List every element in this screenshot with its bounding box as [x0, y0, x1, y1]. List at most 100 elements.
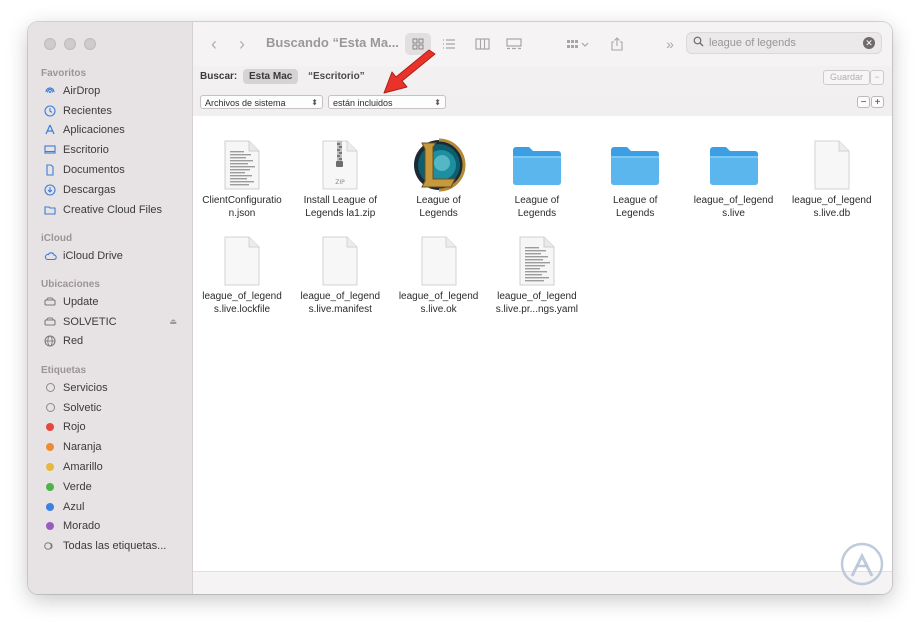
file-name: league_of_legend s.live.manifest [295, 290, 385, 316]
file-name-line: League of [416, 195, 461, 206]
scope-desktop-button[interactable]: “Escritorio” [308, 71, 365, 82]
zoom-window-button[interactable] [84, 38, 96, 50]
file-item[interactable]: league_of_legend s.live [689, 136, 779, 220]
sidebar-tag-azul[interactable]: Azul [28, 497, 193, 517]
tag-ring-icon [43, 381, 57, 395]
sidebar-item-label: Escritorio [63, 144, 109, 157]
sidebar-tag-naranja[interactable]: Naranja [28, 437, 193, 457]
file-name-line: s.live.ok [420, 304, 457, 315]
sidebar-heading: Etiquetas [41, 365, 87, 376]
results-area: ClientConfiguratio n.json ZIP Install Leagu… [193, 116, 892, 571]
file-item[interactable]: ZIP Install League of Legends la1.zip [295, 136, 385, 220]
sidebar-item-recientes[interactable]: Recientes [28, 101, 193, 121]
document-icon [197, 136, 287, 194]
file-name-line: league_of_legend [693, 195, 774, 206]
sidebar-item-label: Recientes [63, 104, 112, 117]
file-name-line: League of [514, 195, 560, 206]
save-search-button[interactable]: Guardar [822, 70, 870, 85]
group-by-button[interactable] [561, 33, 595, 55]
file-item[interactable]: League of Legends [590, 136, 680, 220]
minimize-window-button[interactable] [64, 38, 76, 50]
criteria-attribute-value: Archivos de sistema [205, 98, 286, 108]
file-name: league_of_legend s.live.db [787, 194, 877, 220]
desktop-icon [43, 143, 57, 157]
file-name-line: s.live.manifest [308, 304, 372, 315]
sidebar-tag-verde[interactable]: Verde [28, 477, 193, 497]
file-item[interactable]: league_of_legend s.live.pr...ngs.yaml [492, 232, 582, 316]
file-name-line: Legends [616, 208, 655, 219]
file-item[interactable]: League of Legends [394, 136, 484, 220]
file-item[interactable]: ClientConfiguratio n.json [197, 136, 287, 220]
file-item[interactable]: league_of_legend s.live.ok [394, 232, 484, 316]
folder-icon [689, 136, 779, 194]
eject-icon[interactable]: ⏏ [169, 317, 177, 326]
scope-this-mac-button[interactable]: Esta Mac [243, 69, 299, 84]
sidebar-item-label: SOLVETIC [63, 315, 117, 328]
gallery-view-icon [506, 38, 522, 50]
file-item[interactable]: league_of_legend s.live.lockfile [197, 232, 287, 316]
sidebar-item-escritorio[interactable]: Escritorio [28, 140, 193, 160]
file-item[interactable]: league_of_legend s.live.manifest [295, 232, 385, 316]
sidebar-tag-solvetic[interactable]: Solvetic [28, 398, 193, 418]
group-icon [567, 40, 589, 48]
sidebar-item-red[interactable]: Red [28, 332, 193, 352]
file-name-line: league_of_legend [497, 291, 577, 302]
remove-scope-button[interactable]: − [870, 70, 884, 85]
file-item[interactable]: league_of_legend s.live.db [787, 136, 877, 220]
sidebar-item-solvetic[interactable]: SOLVETIC ⏏ [28, 312, 193, 332]
sidebar-item-label: Amarillo [63, 461, 103, 474]
forward-icon[interactable]: › [239, 34, 245, 55]
sidebar-item-icloud-drive[interactable]: iCloud Drive [28, 246, 193, 266]
gallery-view-button[interactable] [501, 33, 527, 55]
file-name: Install League of Legends la1.zip [295, 194, 385, 220]
sidebar-item-label: Red [63, 335, 84, 348]
add-criteria-button[interactable]: + [871, 96, 884, 108]
sidebar-item-label: Morado [63, 520, 101, 533]
sidebar-tag-morado[interactable]: Morado [28, 517, 193, 537]
sidebar-item-descargas[interactable]: Descargas [28, 180, 193, 200]
share-button[interactable] [607, 33, 627, 55]
list-view-icon [443, 39, 455, 49]
sidebar-item-documentos[interactable]: Documentos [28, 160, 193, 180]
sidebar-item-creative-cloud[interactable]: Creative Cloud Files [28, 200, 193, 220]
sidebar-item-update[interactable]: Update [28, 292, 193, 312]
annotation-arrow [383, 49, 436, 94]
search-criteria-bar: Archivos de sistema ⬍ están incluidos ⬍ … [193, 89, 892, 117]
sidebar: Favoritos AirDrop Recientes Aplicaciones [28, 22, 193, 594]
sidebar-item-label: Descargas [63, 183, 116, 196]
file-name-line: n.json [228, 208, 256, 219]
more-toolbar-icon[interactable]: » [662, 33, 678, 55]
sidebar-tag-amarillo[interactable]: Amarillo [28, 457, 193, 477]
sidebar-section-favoritos: Favoritos AirDrop Recientes Aplicaciones [28, 67, 193, 220]
watermark-logo [840, 542, 884, 586]
sidebar-tag-all[interactable]: Todas las etiquetas... [28, 536, 193, 556]
column-view-button[interactable] [469, 33, 495, 55]
file-name: league_of_legend s.live.pr...ngs.yaml [492, 290, 582, 316]
sidebar-heading: Ubicaciones [41, 279, 100, 290]
tag-dot-icon [43, 420, 57, 434]
svg-text:ZIP: ZIP [336, 179, 346, 186]
search-field[interactable]: league of legends ✕ [686, 32, 882, 54]
clock-icon [43, 104, 57, 118]
clear-search-icon[interactable]: ✕ [863, 37, 875, 49]
file-item[interactable]: League of Legends [492, 136, 582, 220]
back-icon[interactable]: ‹ [211, 34, 217, 55]
close-window-button[interactable] [44, 38, 56, 50]
file-name: league_of_legend s.live.lockfile [197, 290, 287, 316]
file-name-line: Legends [517, 208, 557, 219]
search-input[interactable]: league of legends [709, 37, 796, 49]
sidebar-item-aplicaciones[interactable]: Aplicaciones [28, 121, 193, 141]
sidebar-item-label: Servicios [63, 381, 108, 394]
sidebar-item-label: Todas las etiquetas... [63, 540, 167, 553]
file-name-line: s.live.db [813, 208, 851, 219]
sidebar-item-label: Azul [63, 500, 85, 513]
folder-icon [43, 203, 57, 217]
sidebar-item-airdrop[interactable]: AirDrop [28, 81, 193, 101]
criteria-attribute-select[interactable]: Archivos de sistema ⬍ [200, 95, 323, 109]
sidebar-tag-rojo[interactable]: Rojo [28, 418, 193, 438]
sidebar-tag-servicios[interactable]: Servicios [28, 378, 193, 398]
sidebar-item-label: Aplicaciones [63, 124, 125, 137]
file-name-line: Legends la1.zip [305, 208, 376, 219]
file-name-line: s.live.lockfile [213, 304, 271, 315]
remove-criteria-button[interactable]: − [857, 96, 870, 108]
